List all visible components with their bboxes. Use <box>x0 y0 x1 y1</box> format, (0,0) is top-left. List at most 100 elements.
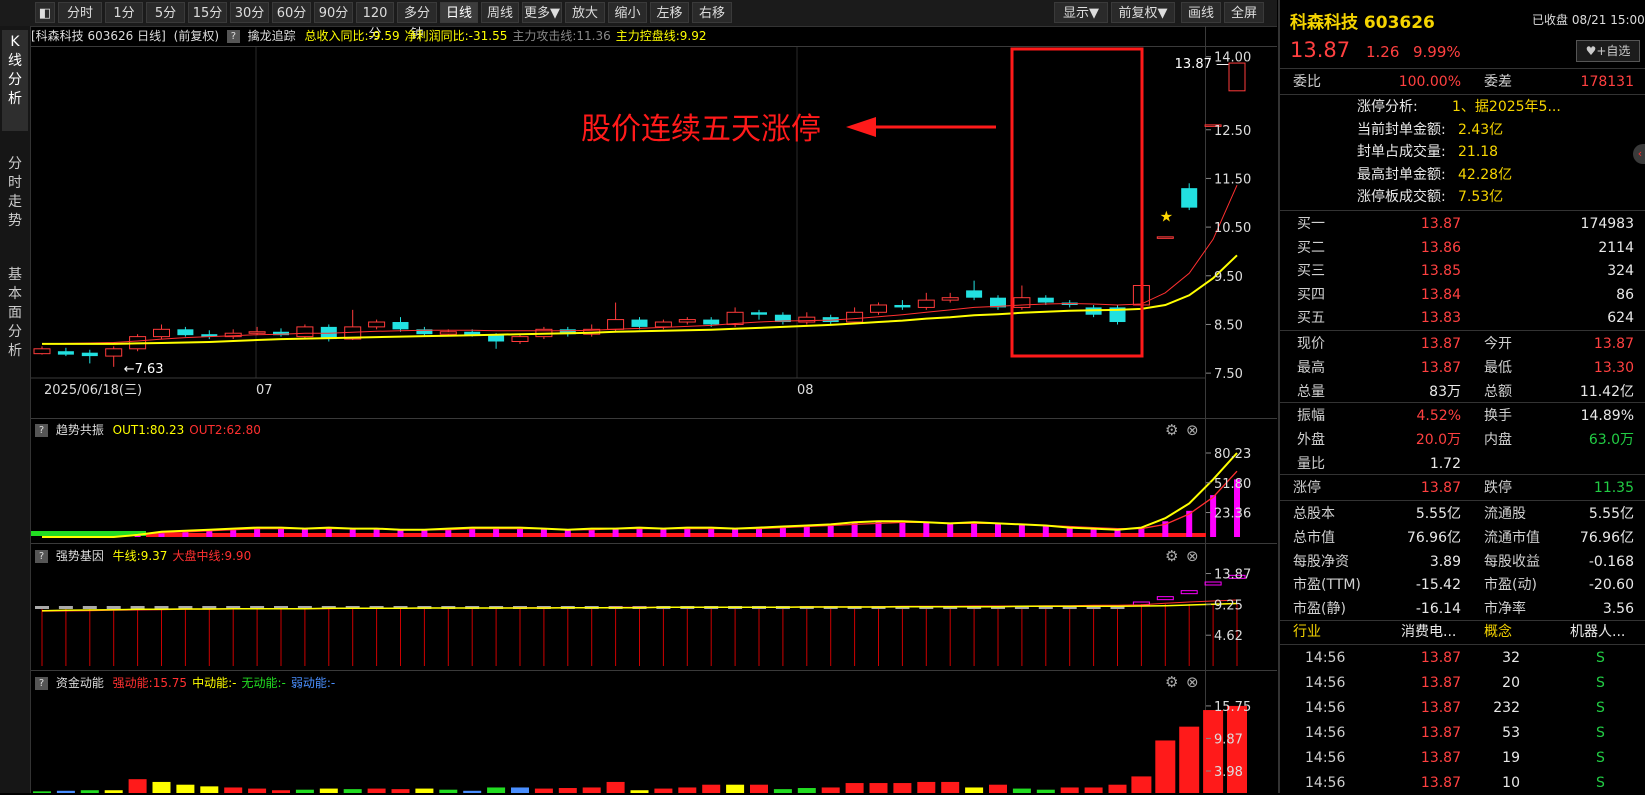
toolbar-button[interactable]: 缩小 <box>608 2 647 23</box>
quote-label: 总额 <box>1484 383 1512 400</box>
toolbar-button[interactable]: 1分 <box>105 2 143 23</box>
capital-momentum-chart[interactable]: 15.75 9.87 3.98 <box>31 693 1277 793</box>
help-icon[interactable]: ? <box>35 677 48 690</box>
tick-price: 13.87 <box>1420 750 1461 766</box>
chart-title: [科森科技 603626 日线] <box>31 29 166 43</box>
add-watchlist-button[interactable]: ♥+自选 <box>1576 40 1640 62</box>
momentum-bar <box>415 788 434 793</box>
y-tick-label: 80.23 <box>1214 447 1251 462</box>
fundamental-label: 总股本 <box>1293 506 1335 522</box>
toolbar-right-button[interactable]: 全屏 <box>1224 2 1264 23</box>
toolbar-button[interactable]: 分时 <box>58 2 102 23</box>
toolbar-right-button[interactable]: 显示▼ <box>1054 2 1108 23</box>
toggle-panel-icon[interactable]: ◧ <box>35 2 55 23</box>
gene-bar <box>82 606 97 666</box>
resonance-bar <box>373 528 380 537</box>
candlestick-chart[interactable]: ★13.87 —←7.63股价连续五天涨停14.0012.5011.5010.5… <box>31 47 1277 418</box>
resonance-bar <box>995 523 1001 537</box>
candle <box>81 349 98 364</box>
toolbar-button[interactable]: 15分 <box>188 2 227 23</box>
limit-info-value: 1、据2025年5... <box>1452 99 1561 115</box>
help-icon[interactable]: ? <box>35 550 48 563</box>
bid-level-label: 买一 <box>1297 216 1325 232</box>
toolbar-right-button[interactable]: 画线 <box>1181 2 1221 23</box>
help-icon[interactable]: ? <box>226 30 240 43</box>
tab-intraday-trend[interactable]: 分时走势 <box>2 151 28 260</box>
gear-icon[interactable]: ⚙ <box>1165 673 1178 691</box>
annotation-text: 股价连续五天涨停 <box>581 112 821 147</box>
fundamental-label: 市盈(静) <box>1293 601 1346 618</box>
toolbar-button[interactable]: 120分 <box>356 2 394 42</box>
candle <box>1156 236 1174 239</box>
side-tab-label: 分时走势 <box>8 156 22 229</box>
gene-bar <box>1228 574 1246 666</box>
trend-resonance-chart[interactable]: 80.23 51.80 23.36 <box>31 440 1277 543</box>
limit-info-label: 最高封单金额: <box>1357 166 1446 183</box>
toolbar-right-button[interactable]: 前复权▼ <box>1111 2 1175 23</box>
close-icon[interactable]: ⊗ <box>1186 421 1199 439</box>
help-icon[interactable]: ? <box>35 424 48 437</box>
resonance-bar <box>947 523 954 537</box>
toolbar-button[interactable]: 60分 <box>272 2 311 23</box>
close-icon[interactable]: ⊗ <box>1186 547 1199 565</box>
toolbar-button[interactable]: 5分 <box>146 2 185 23</box>
gear-icon[interactable]: ⚙ <box>1165 547 1178 565</box>
price-change: 1.26 <box>1366 43 1400 61</box>
toolbar-button[interactable]: 右移 <box>692 2 732 23</box>
resonance-bar <box>923 522 930 537</box>
toolbar-button[interactable]: 放大 <box>565 2 605 23</box>
strength-gene-chart[interactable]: 13.87 9.25 4.62 <box>31 566 1277 670</box>
tick-volume: 53 <box>1502 725 1520 741</box>
toolbar-button[interactable]: 左移 <box>650 2 689 23</box>
star-icon: ★ <box>1160 207 1173 225</box>
toolbar-button[interactable]: 更多▼ <box>522 2 562 23</box>
tick-side: S <box>1596 775 1605 791</box>
resonance-bar <box>1138 528 1145 537</box>
gene-bar <box>919 606 934 666</box>
limit-info-label: 涨停分析: <box>1357 99 1418 115</box>
candle <box>966 280 983 301</box>
concept-value[interactable]: 机器人... <box>1570 620 1625 644</box>
resonance-bar <box>1018 524 1025 537</box>
gene-bar <box>202 606 217 666</box>
tick-side: S <box>1596 700 1605 716</box>
industry-label: 行业 <box>1293 624 1321 640</box>
candle <box>296 324 314 340</box>
gene-bar <box>321 606 336 666</box>
quote-label: 最低 <box>1484 359 1512 376</box>
indicator-value: 总收入同比:-9.59 <box>304 29 400 43</box>
last-price: 13.87 <box>1290 38 1351 62</box>
tick-side: S <box>1596 725 1605 741</box>
y-tick-label: 15.75 <box>1214 700 1251 715</box>
candle <box>511 334 529 344</box>
fundamental-label: 流通股 <box>1484 506 1526 522</box>
tab-fundamental-analysis[interactable]: 基本面分析 <box>2 262 28 386</box>
quote-label: 最高 <box>1297 359 1325 376</box>
gene-bar <box>608 606 623 666</box>
indicator-value: 牛线:9.37 <box>112 549 168 563</box>
close-icon[interactable]: ⊗ <box>1186 673 1199 691</box>
resonance-bar <box>1114 529 1121 537</box>
tab-kline-analysis[interactable]: K线分析 <box>2 30 28 131</box>
gear-icon[interactable]: ⚙ <box>1165 421 1178 439</box>
low-price-label: ←7.63 <box>124 362 164 377</box>
industry-value[interactable]: 消费电... <box>1401 620 1456 644</box>
resonance-bar <box>1066 527 1073 537</box>
gene-bar <box>991 606 1005 666</box>
toolbar-button[interactable]: 周线 <box>481 2 519 23</box>
y-tick-label: 8.50 <box>1214 318 1243 333</box>
y-tick-label: 4.62 <box>1214 629 1243 644</box>
toolbar-button[interactable]: 日线 <box>440 2 478 23</box>
bid-price: 13.84 <box>1420 286 1461 303</box>
tick-time: 14:56 <box>1305 775 1346 791</box>
divider <box>1280 500 1645 501</box>
fundamental-value: 5.55亿 <box>1415 506 1461 522</box>
toolbar-button[interactable]: 多分钟 <box>397 2 437 42</box>
toolbar-button[interactable]: 90分 <box>314 2 353 23</box>
candle <box>1228 62 1246 92</box>
x-tick-label: 07 <box>256 383 273 398</box>
toolbar-button[interactable]: 30分 <box>230 2 269 23</box>
limit-info-label: 封单占成交量: <box>1357 144 1446 160</box>
quote-label: 振幅 <box>1297 408 1325 424</box>
limit-up-label: 涨停 <box>1293 480 1321 496</box>
